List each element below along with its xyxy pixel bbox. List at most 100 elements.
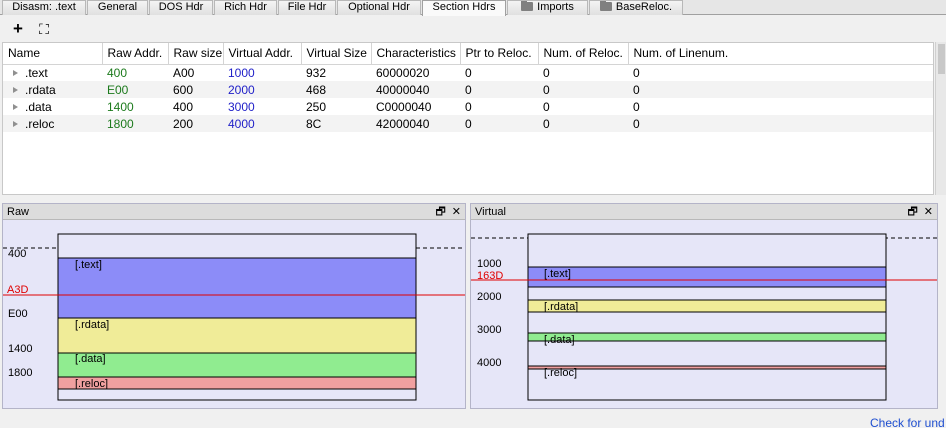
raw-size-cell: A00 <box>173 65 195 80</box>
tab-rich-hdr[interactable]: Rich Hdr <box>214 0 277 15</box>
raw-panel-header: Raw 🗗 ✕ <box>3 204 465 220</box>
tab-label: BaseReloc. <box>615 1 673 13</box>
tab-optional-hdr[interactable]: Optional Hdr <box>337 0 421 15</box>
plus-icon: + <box>13 19 23 38</box>
num-reloc-cell: 0 <box>538 115 628 132</box>
tab-label: General <box>97 1 138 13</box>
table-scrollbar[interactable] <box>935 42 946 195</box>
virtual-addr-cell: 4000 <box>223 115 301 132</box>
section-name: .data <box>25 99 52 114</box>
virtual-size-cell: 250 <box>306 99 327 114</box>
tab-label: Disasm: .text <box>12 1 76 13</box>
tab-label: Section Hdrs <box>432 1 496 13</box>
raw-addr-cell: 400 <box>107 65 128 80</box>
section-name-cell: .rdata <box>3 81 102 98</box>
section-name: .rdata <box>25 82 56 97</box>
section-name-cell: .text <box>3 64 102 81</box>
table-header-row: Name Raw Addr. Raw size Virtual Addr. Vi… <box>3 43 933 65</box>
column-header[interactable]: Characteristics <box>371 43 461 65</box>
num-reloc-cell: 0 <box>543 65 550 80</box>
column-header[interactable]: Virtual Size <box>301 43 372 65</box>
tab-dos-hdr[interactable]: DOS Hdr <box>149 0 213 15</box>
collapse-icon: ⛶ <box>39 21 49 37</box>
raw-size-cell: 200 <box>168 115 223 132</box>
close-icon[interactable]: ✕ <box>452 206 461 218</box>
tab-basereloc[interactable]: BaseReloc. <box>589 0 683 15</box>
panel-title: Raw <box>7 206 30 218</box>
raw-section-reloc <box>57 376 417 390</box>
tab-disasm-text[interactable]: Disasm: .text <box>2 0 86 15</box>
raw-section-data <box>57 352 417 378</box>
raw-layout-panel: Raw 🗗 ✕ [.text] [.rdata] [.data] [.reloc]… <box>2 203 466 409</box>
column-header[interactable]: Raw size <box>168 43 224 65</box>
section-headers-table[interactable]: Name Raw Addr. Raw size Virtual Addr. Vi… <box>2 42 934 195</box>
column-header[interactable]: Num. of Linenum. <box>628 43 933 65</box>
tab-file-hdr[interactable]: File Hdr <box>278 0 336 15</box>
virtual-addr-cell: 3000 <box>228 99 255 114</box>
expand-arrow-icon[interactable] <box>13 69 18 76</box>
pe-viewer-window: Disasm: .text General DOS Hdr Rich Hdr F… <box>0 0 946 428</box>
virtual-layout-panel: Virtual 🗗 ✕ [.text] [.rdata] [.data] [.re… <box>470 203 938 409</box>
tab-label: File Hdr <box>287 1 327 13</box>
tab-label: DOS Hdr <box>158 1 204 13</box>
virtual-image-outline <box>527 233 887 401</box>
virtual-size-cell: 8C <box>301 115 371 132</box>
raw-layout-canvas[interactable]: [.text] [.rdata] [.data] [.reloc] 400 E0… <box>3 221 465 409</box>
table-row[interactable]: .text 400 A00 1000 932 60000020 0 0 0 <box>3 64 933 81</box>
virtual-section-reloc <box>527 365 887 370</box>
expand-arrow-icon[interactable] <box>13 86 18 93</box>
add-button[interactable]: + <box>8 19 28 39</box>
expand-arrow-icon[interactable] <box>13 120 18 127</box>
column-header[interactable]: Num. of Reloc. <box>538 43 629 65</box>
raw-section-text-label: [.text] <box>75 259 102 271</box>
section-name-cell: .data <box>3 98 102 115</box>
float-panel-icon[interactable]: 🗗 <box>907 206 917 218</box>
table-row[interactable]: .data 1400 400 3000 250 C0000040 0 0 0 <box>3 98 933 115</box>
ptr-reloc-cell: 0 <box>460 115 538 132</box>
characteristics-cell: 60000020 <box>376 65 430 80</box>
column-header[interactable]: Name <box>3 43 103 65</box>
virtual-section-rdata-label: [.rdata] <box>544 301 578 313</box>
num-reloc-cell: 0 <box>543 99 550 114</box>
table-row[interactable]: .rdata E00 600 2000 468 40000040 0 0 0 <box>3 81 933 98</box>
close-icon[interactable]: ✕ <box>924 206 933 218</box>
tab-imports[interactable]: Imports <box>507 0 588 15</box>
virtual-section-reloc-label: [.reloc] <box>544 367 577 379</box>
toolbar: + ⛶ <box>0 16 946 42</box>
virtual-layout-canvas[interactable]: [.text] [.rdata] [.data] [.reloc] 1000 2… <box>471 221 937 409</box>
column-header[interactable]: Ptr to Reloc. <box>460 43 539 65</box>
virtual-section-data <box>527 332 887 342</box>
virtual-tick-label: 1000 <box>477 258 501 270</box>
collapse-view-button[interactable]: ⛶ <box>34 19 54 39</box>
scrollbar-thumb[interactable] <box>938 44 945 74</box>
check-updates-link[interactable]: Check for und <box>870 416 945 428</box>
tab-label: Rich Hdr <box>224 1 267 13</box>
ptr-reloc-cell: 0 <box>460 81 538 98</box>
virtual-section-data-label: [.data] <box>544 334 575 346</box>
column-header[interactable]: Raw Addr. <box>102 43 169 65</box>
characteristics-cell: 40000040 <box>371 81 460 98</box>
raw-tick-label: 1800 <box>8 367 32 379</box>
column-header[interactable]: Virtual Addr. <box>223 43 302 65</box>
tab-label: Optional Hdr <box>348 1 410 13</box>
virtual-tick-label: 2000 <box>477 291 501 303</box>
folder-icon <box>599 1 612 11</box>
tab-section-hdrs[interactable]: Section Hdrs <box>422 0 506 16</box>
section-name-cell: .reloc <box>3 115 102 132</box>
ptr-reloc-cell: 0 <box>465 99 472 114</box>
raw-addr-cell: E00 <box>102 81 168 98</box>
virtual-cursor-label: 163D <box>477 270 503 282</box>
ptr-reloc-cell: 0 <box>465 65 472 80</box>
num-reloc-cell: 0 <box>538 81 628 98</box>
float-panel-icon[interactable]: 🗗 <box>435 206 445 218</box>
virtual-section-text-label: [.text] <box>544 268 571 280</box>
table-row[interactable]: .reloc 1800 200 4000 8C 42000040 0 0 0 <box>3 115 933 132</box>
raw-addr-cell: 1800 <box>102 115 168 132</box>
characteristics-cell: C0000040 <box>376 99 432 114</box>
expand-arrow-icon[interactable] <box>13 103 18 110</box>
panel-title: Virtual <box>475 206 506 218</box>
num-linenum-cell: 0 <box>633 99 640 114</box>
virtual-tick-label: 4000 <box>477 357 501 369</box>
tab-general[interactable]: General <box>87 0 148 15</box>
raw-size-cell: 400 <box>173 99 194 114</box>
